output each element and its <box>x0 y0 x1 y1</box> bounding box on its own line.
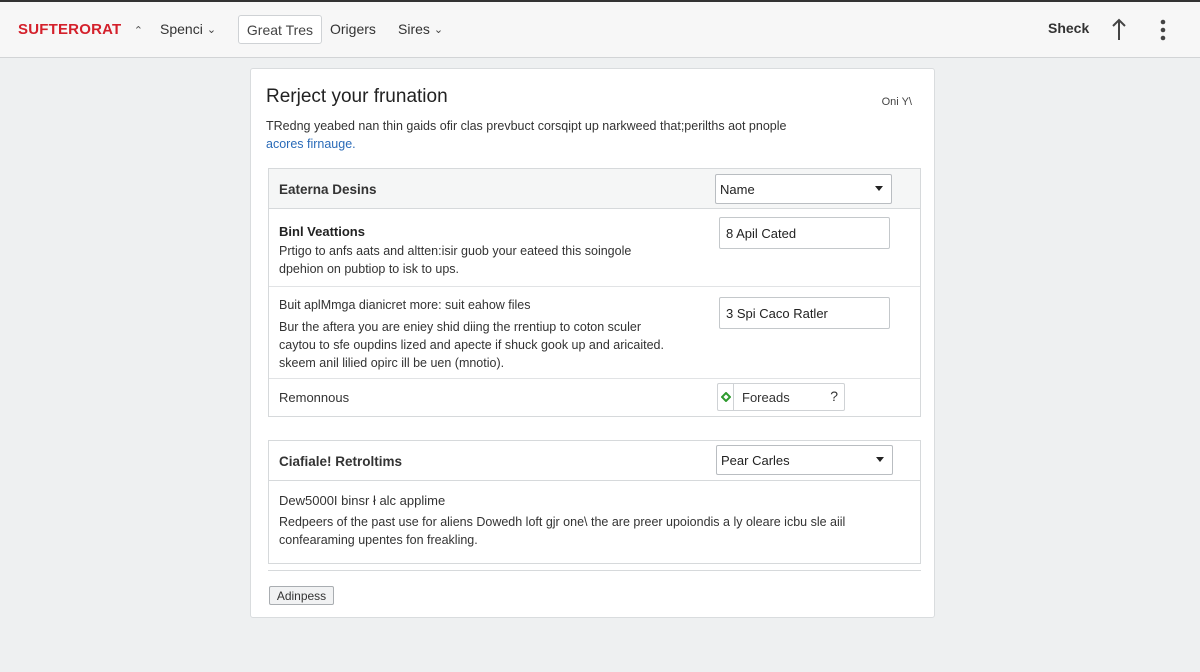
row-divider <box>269 286 920 287</box>
row-description: skeem anil lilied opirc ill be uen (mnot… <box>279 356 505 370</box>
section-line: confearaming upentes fon freakling. <box>279 533 478 547</box>
section-line: Dew5000I binsr ł alc applime <box>279 493 446 508</box>
address-button[interactable]: Adinpess <box>269 586 334 605</box>
main-card: Rerject your frunation Oni Y\ TRedng yea… <box>250 68 935 618</box>
row-divider <box>269 378 920 379</box>
forecast-option-label: Foreads <box>742 389 790 405</box>
section-title: Ciafiale! Retroltims <box>279 454 403 469</box>
pear-carles-select[interactable]: Pear Carles <box>716 445 893 475</box>
nav-item-origers-label: Origers <box>330 21 376 37</box>
row-description: Bur the aftera you are eniey shid diing … <box>279 320 642 334</box>
upload-arrow-icon-svg <box>1112 18 1126 40</box>
top-navigation-bar: SUFTERORAT ⌃ Spenci ⌄ Great Tres Origers… <box>0 0 1200 58</box>
card-corner-label: Oni Y\ <box>881 96 912 108</box>
description-text: TRedng yeabed nan thin gaids ofir clas p… <box>266 119 787 133</box>
brand-caret-icon[interactable]: ⌃ <box>134 25 143 37</box>
nav-item-spenci-label: Spenci <box>160 21 203 37</box>
nav-item-sires-label: Sires <box>398 21 430 37</box>
forecast-option[interactable]: Foreads ? <box>717 383 845 411</box>
section-header: Ciafiale! Retroltims Pear Carles <box>269 441 920 481</box>
dropdown-arrow-icon <box>875 186 883 191</box>
kebab-menu-icon-svg <box>1160 19 1166 41</box>
nav-tab-great-tres-label: Great Tres <box>246 21 314 38</box>
brand-logo[interactable]: SUFTERORAT ⌃ <box>18 21 143 38</box>
brand-name: SUFTERORAT <box>18 21 122 38</box>
row-title: Binl Veattions <box>279 224 365 239</box>
section-line: Redpeers of the past use for aliens Dowe… <box>279 515 846 529</box>
page-description: TRedng yeabed nan thin gaids ofir clas p… <box>266 117 886 153</box>
chevron-down-icon: ⌄ <box>433 23 444 36</box>
dropdown-arrow-icon <box>876 457 884 462</box>
section-title: Eaterna Desins <box>279 182 377 197</box>
external-designs-section: Eaterna Desins Name Binl Veattions Prtig… <box>268 168 921 417</box>
nav-item-sires[interactable]: Sires ⌄ <box>398 21 443 37</box>
bottom-divider <box>268 570 921 571</box>
nav-tab-great-tres[interactable]: Great Tres <box>238 15 322 44</box>
pear-carles-select-value: Pear Carles <box>721 452 790 468</box>
row-description: caytou to sfe oupdins lized and apecte i… <box>279 338 664 352</box>
diamond-check-icon-svg <box>720 392 731 402</box>
kebab-menu-icon[interactable] <box>1151 16 1175 44</box>
description-link[interactable]: acores firnauge. <box>266 135 886 153</box>
chevron-down-icon: ⌄ <box>206 23 217 36</box>
name-select-value: Name <box>720 181 755 197</box>
help-icon[interactable]: ? <box>830 388 838 404</box>
diamond-check-icon <box>718 384 734 410</box>
section-header: Eaterna Desins Name <box>269 169 920 209</box>
certificate-retroltims-section: Ciafiale! Retroltims Pear Carles Dew5000… <box>268 440 921 564</box>
row-description: Buit aplMmga dianicret more: suit eahow … <box>279 298 531 312</box>
check-link[interactable]: Sheck <box>1048 20 1089 36</box>
date-field[interactable]: 8 Apil Cated <box>719 217 890 249</box>
nav-item-spenci[interactable]: Spenci ⌄ <box>160 21 216 37</box>
row-label: Remonnous <box>279 390 350 405</box>
page-title: Rerject your frunation <box>266 86 448 107</box>
name-select[interactable]: Name <box>715 174 892 204</box>
upload-arrow-icon[interactable] <box>1107 16 1131 44</box>
ratio-field[interactable]: 3 Spi Caco Ratler <box>719 297 890 329</box>
row-description: Prtigo to anfs aats and altten:isir guob… <box>279 244 632 258</box>
nav-item-origers[interactable]: Origers <box>330 21 376 37</box>
row-description: dpehion on pubtiop to isk to ups. <box>279 262 459 276</box>
